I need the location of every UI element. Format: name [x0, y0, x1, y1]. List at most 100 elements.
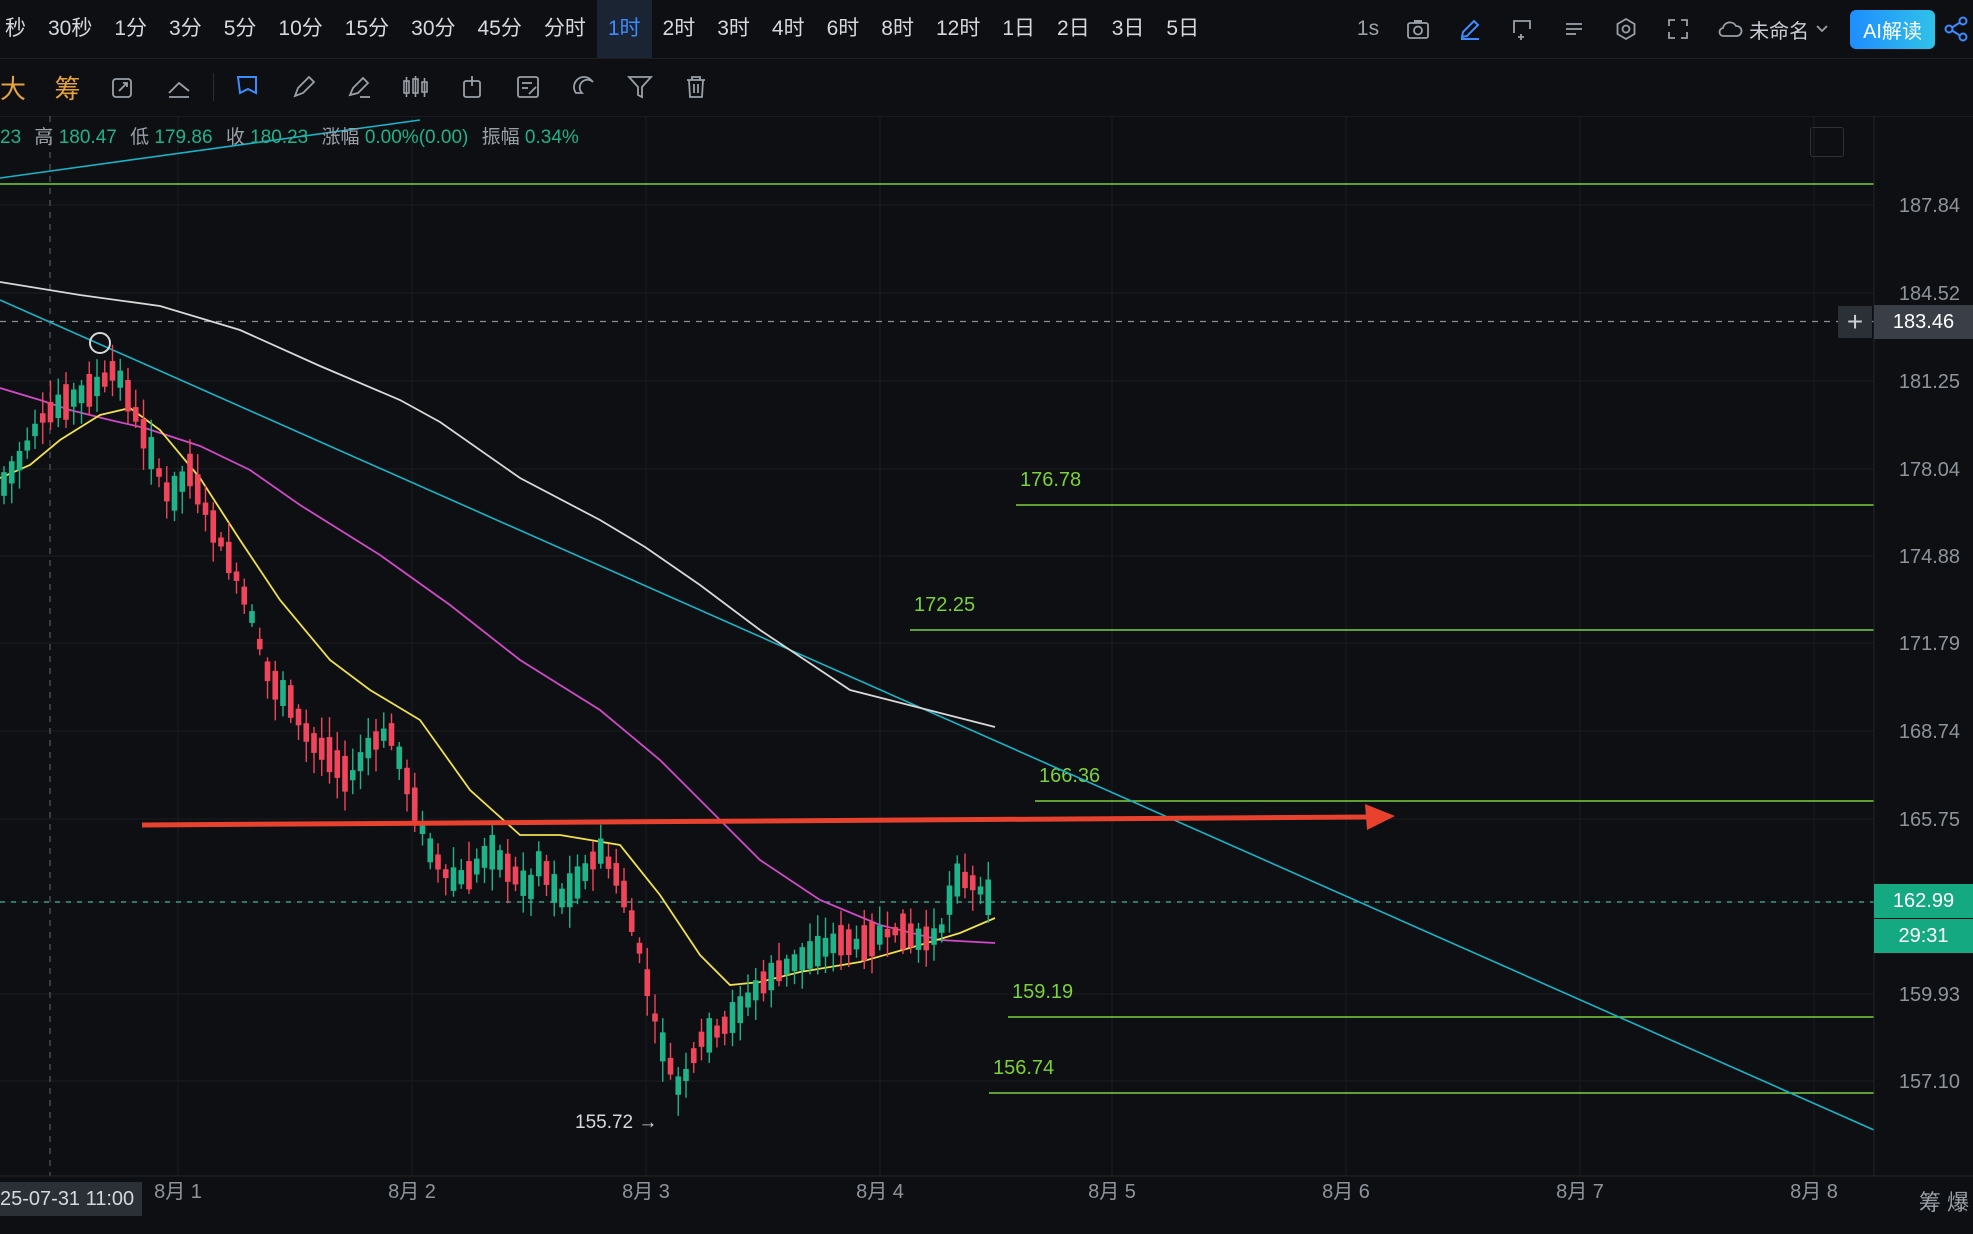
timeframe-9[interactable]: 分时 — [533, 0, 597, 58]
timeframe-15[interactable]: 8时 — [870, 0, 925, 58]
candle-body — [404, 767, 410, 795]
interval-selector[interactable]: 1s — [1357, 17, 1379, 41]
collapse-button[interactable] — [1810, 127, 1844, 157]
timeframe-2[interactable]: 1分 — [103, 0, 158, 58]
candle-body — [264, 661, 271, 682]
time-tick-label: 8月 3 — [622, 1181, 670, 1203]
candle-body — [853, 938, 860, 950]
timeframe-4[interactable]: 5分 — [213, 0, 268, 58]
timeframe-17[interactable]: 1日 — [991, 0, 1046, 58]
ohlc-high: 180.47 — [58, 127, 117, 148]
timeframe-19[interactable]: 3日 — [1101, 0, 1156, 58]
candle-body — [737, 996, 744, 1024]
timeframe-14[interactable]: 6时 — [816, 0, 871, 58]
bottom-right-controls[interactable]: 筹 爆 — [1919, 1185, 1969, 1217]
time-tick-label: 8月 7 — [1556, 1181, 1604, 1203]
magnet-icon[interactable] — [556, 58, 612, 116]
timeframe-5[interactable]: 10分 — [267, 0, 333, 58]
candle-body — [473, 858, 480, 875]
timeframe-1[interactable]: 30秒 — [37, 0, 103, 58]
candle-body — [683, 1068, 689, 1082]
notes-icon[interactable] — [500, 58, 556, 116]
add-alert-button[interactable]: + — [1838, 306, 1872, 338]
ohlc-readout: 23 高 180.47 低 179.86 收 180.23 涨幅 0.00%(0… — [0, 122, 579, 149]
settings-icon[interactable] — [1613, 16, 1639, 42]
candle-body — [218, 537, 224, 547]
candle-body — [528, 874, 534, 900]
candle-body — [179, 471, 186, 492]
menu-icon[interactable] — [1561, 16, 1587, 42]
timeframe-10[interactable]: 1时 — [596, 0, 652, 58]
timeframe-12[interactable]: 3时 — [706, 0, 761, 58]
moving-averages — [0, 281, 996, 986]
rotate-icon[interactable] — [95, 58, 151, 116]
candle-body — [690, 1048, 697, 1064]
candle-body — [241, 586, 248, 605]
time-tick-label: 8月 4 — [856, 1181, 904, 1203]
timeframe-11[interactable]: 2时 — [652, 0, 707, 58]
timeframe-7[interactable]: 30分 — [400, 0, 466, 58]
price-tick-label: 159.93 — [1899, 984, 1960, 1006]
brush-icon[interactable] — [276, 58, 332, 116]
candle-body — [24, 440, 31, 451]
timeframe-6[interactable]: 15分 — [334, 0, 400, 58]
price-chart[interactable]: 176.78172.25166.36159.19156.74 155.72 → … — [0, 116, 1973, 1234]
candle-body — [63, 384, 69, 420]
candle-body — [272, 670, 279, 700]
toolbar-text-chou[interactable]: 筹 — [40, 69, 95, 106]
share-icon[interactable] — [1943, 16, 1969, 42]
timeframe-8[interactable]: 45分 — [467, 0, 533, 58]
candle-body — [559, 888, 565, 908]
ruler-icon[interactable] — [151, 58, 207, 116]
toolbar-text-da[interactable]: 大 — [0, 69, 40, 106]
candle-body — [923, 926, 930, 951]
candle-body — [47, 401, 54, 423]
candle-body — [342, 755, 348, 792]
ohlc-low: 179.86 — [154, 127, 213, 148]
candle-body — [70, 389, 77, 407]
candle-body — [729, 1002, 736, 1033]
candle-body — [225, 541, 232, 574]
candle-body — [435, 854, 441, 870]
candle-body — [590, 851, 596, 870]
workspace-name: 未命名 — [1749, 20, 1810, 43]
timeframe-3[interactable]: 3分 — [158, 0, 213, 58]
pencil-icon[interactable] — [1457, 16, 1483, 42]
candle-body — [194, 474, 201, 505]
box-tool-icon[interactable] — [444, 58, 500, 116]
candle-body — [597, 838, 604, 864]
candle-body — [94, 376, 100, 397]
filter-icon[interactable] — [612, 58, 668, 116]
candle-body — [512, 866, 519, 885]
fullscreen-icon[interactable] — [1665, 16, 1691, 42]
time-tick-label: 8月 8 — [1790, 1181, 1838, 1203]
pen-icon[interactable] — [332, 58, 388, 116]
workspace-selector[interactable]: 未命名 — [1717, 15, 1829, 44]
timeframe-bar: 秒 30秒 1分 3分 5分 10分 15分 30分 45分 分时 1时 2时 3时 4时 6时 8时 12时 1… — [0, 0, 1973, 59]
candle-body — [892, 927, 899, 936]
candle-body — [256, 638, 263, 650]
time-tick-label: 8月 2 — [388, 1181, 436, 1203]
candle-body — [442, 869, 449, 879]
timeframe-13[interactable]: 4时 — [761, 0, 816, 58]
level-label: 172.25 — [914, 594, 975, 616]
timeframe-16[interactable]: 12时 — [925, 0, 991, 58]
candle-body — [349, 770, 356, 781]
candle-body — [628, 910, 635, 932]
candle-body — [776, 960, 782, 982]
price-axis: 187.84 184.52 181.25 178.04 174.88 171.79 168.… — [0, 116, 1973, 1203]
top-right-tools: 1s 未命名 AI解读 — [1344, 0, 1973, 58]
trash-icon[interactable] — [668, 58, 724, 116]
layout-icon[interactable] — [1509, 16, 1535, 42]
candle-body — [799, 947, 806, 971]
timeframe-18[interactable]: 2日 — [1046, 0, 1101, 58]
candle-body — [32, 423, 38, 437]
price-tick-label: 178.04 — [1899, 459, 1960, 481]
candles-tool-icon[interactable] — [388, 58, 444, 116]
timeframe-0[interactable]: 秒 — [0, 0, 37, 58]
price-tick-label: 157.10 — [1899, 1071, 1960, 1093]
rectangle-tool-icon[interactable] — [220, 58, 276, 116]
camera-icon[interactable] — [1405, 16, 1431, 42]
timeframe-20[interactable]: 5日 — [1155, 0, 1210, 58]
ai-interpret-button[interactable]: AI解读 — [1850, 9, 1935, 49]
